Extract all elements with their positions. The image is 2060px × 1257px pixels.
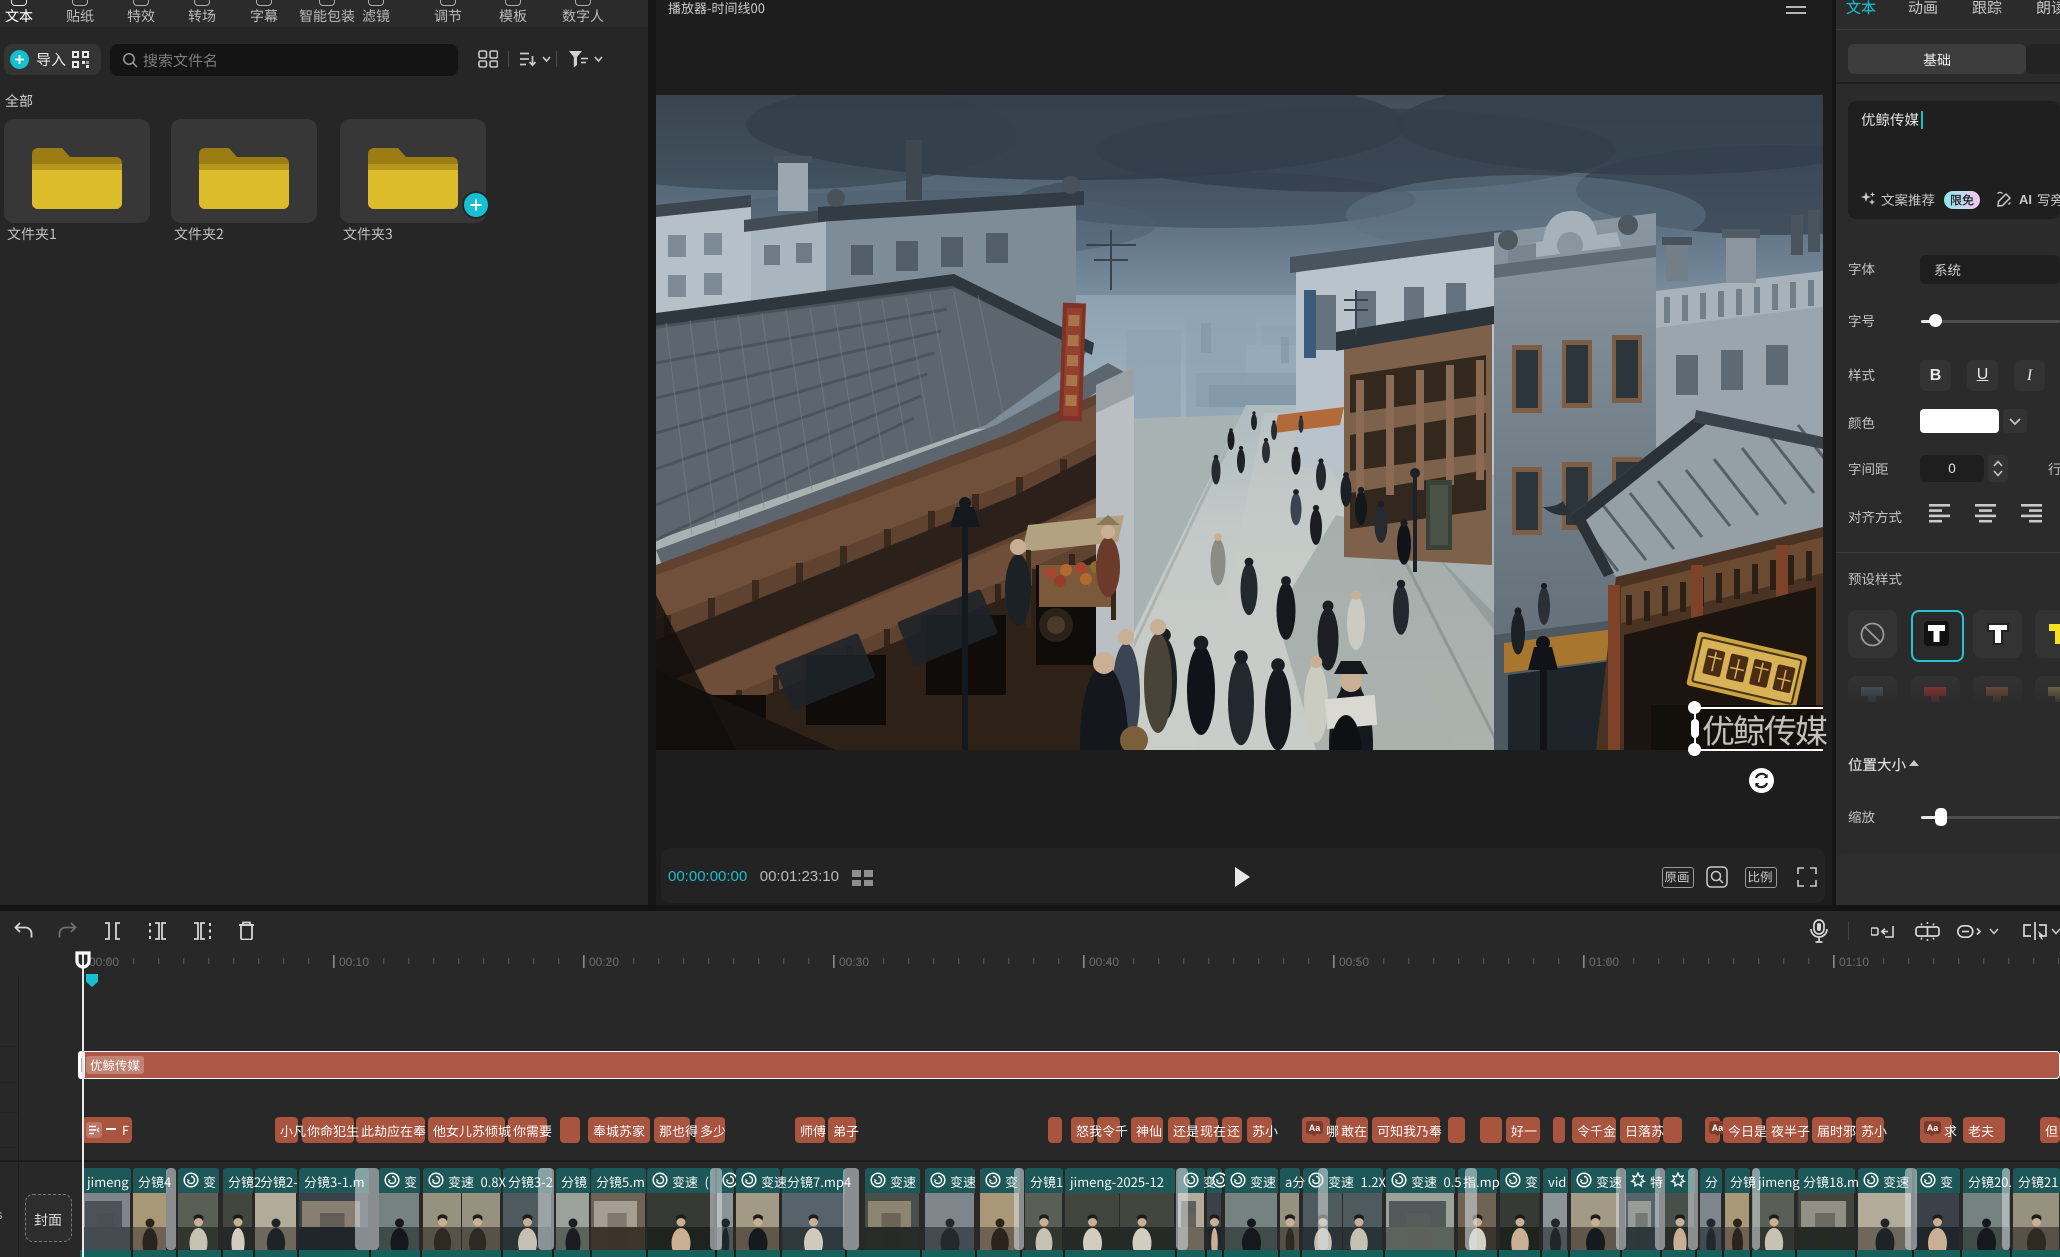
svg-text:Aa: Aa (1927, 1123, 1939, 1133)
svg-text:01:00: 01:00 (1589, 955, 1619, 969)
svg-text:00:00: 00:00 (89, 955, 119, 969)
svg-text:01:10: 01:10 (1839, 955, 1869, 969)
svg-text:00:40: 00:40 (1089, 955, 1119, 969)
svg-text:Aa: Aa (1309, 1123, 1321, 1133)
svg-text:00:50: 00:50 (1339, 955, 1369, 969)
svg-text:00:20: 00:20 (589, 955, 619, 969)
svg-text:00:30: 00:30 (839, 955, 869, 969)
svg-text:00:10: 00:10 (339, 955, 369, 969)
